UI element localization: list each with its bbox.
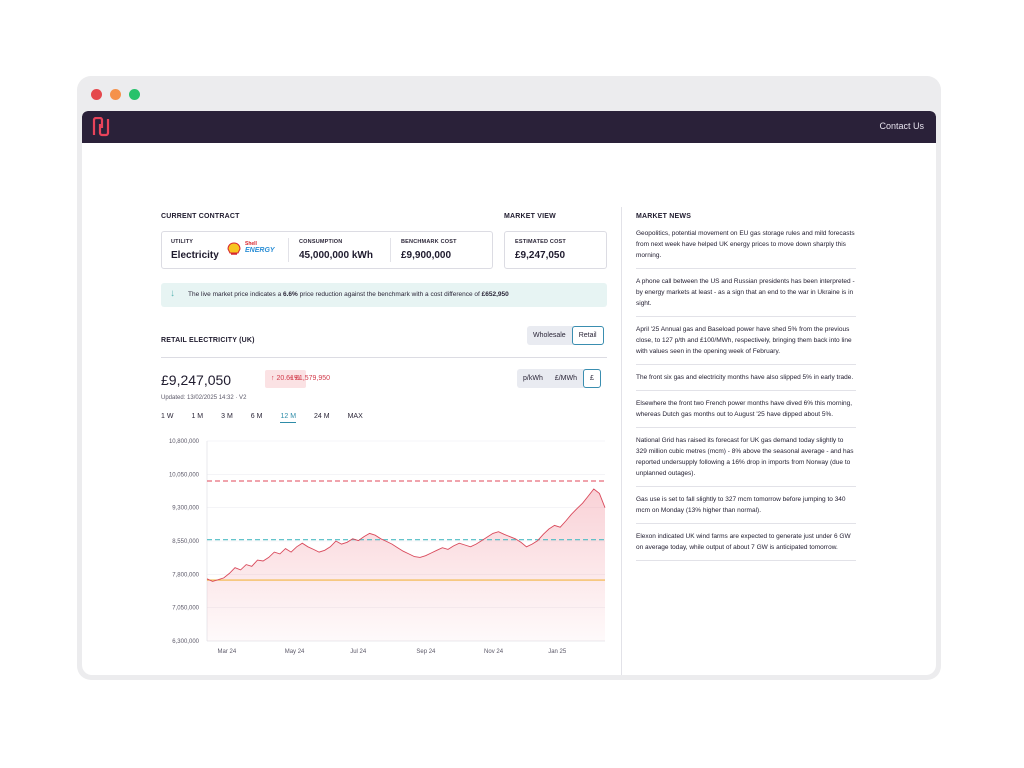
- retail-option[interactable]: Retail: [571, 326, 604, 345]
- minimize-window-icon[interactable]: [110, 89, 121, 100]
- browser-frame: Contact Us CURRENT CONTRACT UTILITY Elec…: [77, 76, 941, 680]
- news-item[interactable]: April '25 Annual gas and Baseload power …: [636, 317, 856, 365]
- y-tick-label: 6,300,000: [172, 639, 199, 645]
- contact-us-link[interactable]: Contact Us: [879, 121, 924, 131]
- y-tick-label: 8,550,000: [172, 539, 199, 545]
- news-item[interactable]: Gas use is set to fall slightly to 327 m…: [636, 487, 856, 524]
- benchmark-cell: BENCHMARK COST £9,900,000: [401, 232, 491, 268]
- market-news-heading: MARKET NEWS: [636, 213, 692, 220]
- divider: [390, 238, 391, 262]
- y-tick-label: 10,800,000: [169, 439, 200, 445]
- shell-logo-icon: [227, 242, 241, 255]
- unit-toggle: p/kWh £/MWh £: [517, 369, 601, 388]
- range-1w[interactable]: 1 W: [161, 413, 173, 423]
- series-area: [207, 489, 605, 641]
- market-type-toggle: Wholesale Retail: [527, 326, 604, 345]
- retail-electricity-heading: RETAIL ELECTRICITY (UK): [161, 337, 255, 344]
- unit-option-gbp[interactable]: £: [583, 369, 601, 388]
- maximize-window-icon[interactable]: [129, 89, 140, 100]
- consumption-caption: CONSUMPTION: [299, 239, 343, 245]
- divider: [288, 238, 289, 262]
- benchmark-caption: BENCHMARK COST: [401, 239, 457, 245]
- market-view-heading: MARKET VIEW: [504, 213, 556, 220]
- banner-amount: £652,950: [481, 291, 509, 298]
- retail-price-chart[interactable]: 10,800,000 10,050,000 9,300,000 8,550,000 7,…: [161, 433, 611, 668]
- y-tick-label: 7,800,000: [172, 572, 199, 578]
- news-item[interactable]: Geopolitics, potential movement on EU ga…: [636, 221, 856, 269]
- current-contract-card: UTILITY Electricity Shell ENERGY CONSUMP…: [161, 231, 493, 269]
- x-tick-label: May 24: [285, 649, 305, 655]
- x-tick-label: Nov 24: [484, 649, 504, 655]
- unit-option-p-kwh[interactable]: p/kWh: [517, 369, 549, 388]
- x-tick-label: Sep 24: [416, 649, 436, 655]
- banner-text-middle: price reduction against the benchmark wi…: [297, 291, 482, 298]
- y-tick-label: 10,050,000: [169, 472, 200, 478]
- x-tick-label: Mar 24: [218, 649, 237, 655]
- news-item[interactable]: National Grid has raised its forecast fo…: [636, 428, 856, 487]
- news-item[interactable]: A phone call between the US and Russian …: [636, 269, 856, 317]
- wholesale-option[interactable]: Wholesale: [527, 326, 572, 345]
- y-tick-label: 9,300,000: [172, 506, 199, 512]
- market-view-card: ESTIMATED COST £9,247,050: [504, 231, 607, 269]
- top-navigation: Contact Us: [82, 111, 936, 143]
- news-item[interactable]: The front six gas and electricity months…: [636, 365, 856, 391]
- unit-option-gbp-mwh[interactable]: £/MWh: [549, 369, 583, 388]
- range-24m[interactable]: 24 M: [314, 413, 330, 423]
- estimated-cost-caption: ESTIMATED COST: [515, 239, 566, 245]
- news-item[interactable]: Elsewhere the front two French power mon…: [636, 391, 856, 428]
- range-3m[interactable]: 3 M: [221, 413, 233, 423]
- arrow-down-icon: ↓: [170, 288, 175, 299]
- range-max[interactable]: MAX: [348, 413, 363, 423]
- current-price: £9,247,050: [161, 372, 232, 388]
- time-range-selector: 1 W 1 M 3 M 6 M 12 M 24 M MAX: [161, 413, 381, 423]
- banner-percentage: 6.6%: [283, 291, 298, 298]
- window-controls: [91, 89, 140, 100]
- consumption-value: 45,000,000 kWh: [299, 250, 373, 261]
- current-contract-heading: CURRENT CONTRACT: [161, 213, 240, 220]
- range-6m[interactable]: 6 M: [251, 413, 263, 423]
- banner-text-before: The live market price indicates a: [188, 291, 284, 298]
- utility-cell: UTILITY Electricity Shell ENERGY: [171, 232, 281, 268]
- utility-caption: UTILITY: [171, 239, 194, 245]
- estimated-cost-value: £9,247,050: [515, 250, 566, 261]
- section-divider: [161, 357, 607, 358]
- absolute-change: + £1,579,950: [289, 375, 331, 382]
- range-1m[interactable]: 1 M: [191, 413, 203, 423]
- savings-banner: ↓ The live market price indicates a 6.6%…: [161, 283, 607, 307]
- range-12m[interactable]: 12 M: [280, 413, 297, 423]
- updated-timestamp: Updated: 13/02/2025 14:32 · V2: [161, 395, 247, 401]
- news-item[interactable]: Elexon indicated UK wind farms are expec…: [636, 524, 856, 561]
- supplier-logo-line2: ENERGY: [245, 247, 275, 254]
- close-window-icon[interactable]: [91, 89, 102, 100]
- brand-logo-icon[interactable]: [92, 117, 110, 137]
- x-tick-label: Jul 24: [350, 649, 367, 655]
- app-window: Contact Us CURRENT CONTRACT UTILITY Elec…: [82, 111, 936, 675]
- x-tick-label: Jan 25: [548, 649, 567, 655]
- dashboard-content: CURRENT CONTRACT UTILITY Electricity She…: [82, 143, 936, 675]
- y-tick-label: 7,050,000: [172, 606, 199, 612]
- market-news-list: Geopolitics, potential movement on EU ga…: [636, 221, 856, 561]
- estimated-cost-cell: ESTIMATED COST £9,247,050: [515, 232, 605, 268]
- column-divider: [621, 207, 622, 675]
- savings-banner-text: The live market price indicates a 6.6% p…: [188, 291, 509, 298]
- benchmark-value: £9,900,000: [401, 250, 452, 261]
- consumption-cell: CONSUMPTION 45,000,000 kWh: [299, 232, 399, 268]
- utility-value: Electricity: [171, 250, 219, 261]
